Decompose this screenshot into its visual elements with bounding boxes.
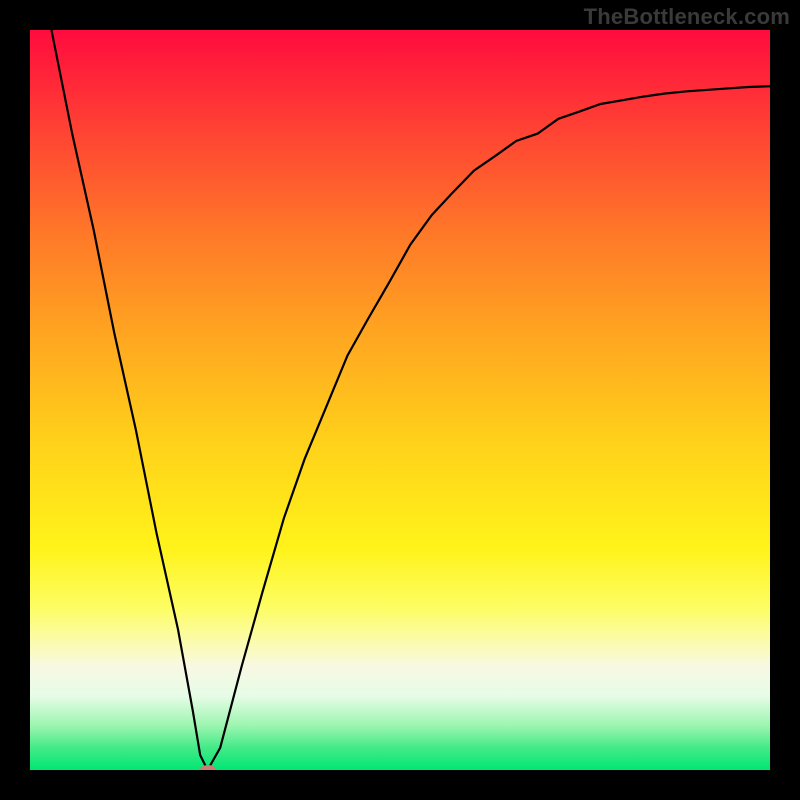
optimum-marker	[200, 765, 216, 770]
watermark-text: TheBottleneck.com	[584, 4, 790, 30]
chart-plot-area	[30, 30, 770, 770]
chart-frame: TheBottleneck.com	[0, 0, 800, 800]
bottleneck-curve	[30, 30, 770, 770]
